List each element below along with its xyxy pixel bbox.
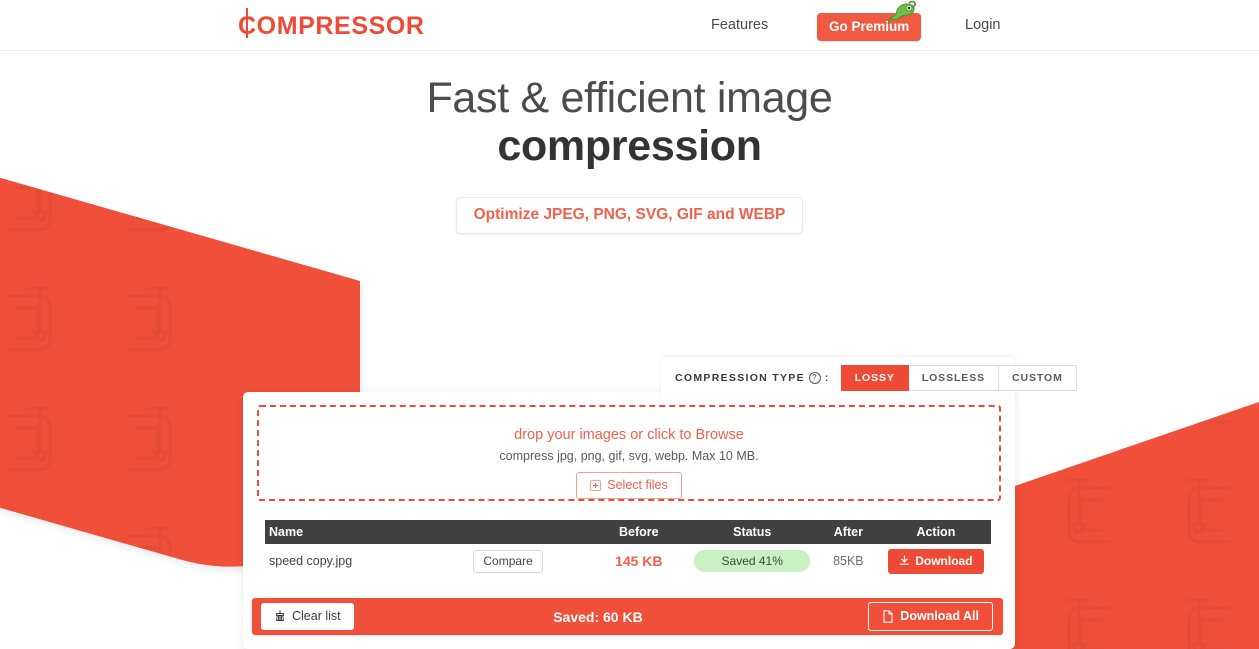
- before-size-value: 145 KB: [615, 553, 663, 569]
- logo-rest: OMPRESSOR: [256, 12, 425, 40]
- download-label: Download: [915, 553, 973, 568]
- file-table-header-row: Name Before Status After Action: [265, 520, 991, 544]
- compression-type-colon: :: [824, 372, 830, 384]
- cell-action: Download: [881, 544, 991, 578]
- compression-option-lossless[interactable]: LOSSLESS: [908, 365, 1000, 391]
- select-files-button[interactable]: Select files: [576, 472, 682, 499]
- compression-type-bar: COMPRESSION TYPE ? : LOSSY LOSSLESS CUST…: [661, 357, 1077, 399]
- nav-link-login[interactable]: Login: [965, 17, 1000, 33]
- file-list-table: Name Before Status After Action speed co…: [265, 520, 991, 578]
- hero-headline-line1: Fast & efficient image: [426, 74, 833, 122]
- cell-compare: Compare: [427, 544, 589, 578]
- table-row: speed copy.jpg Compare 145 KB Saved 41% …: [265, 544, 991, 578]
- status-badge: Saved 41%: [694, 550, 811, 572]
- download-button[interactable]: Download: [888, 548, 984, 574]
- select-files-label: Select files: [607, 478, 668, 492]
- column-header-after: After: [815, 520, 881, 544]
- site-header: COMPRESSOR Features Go Premium Login: [0, 0, 1259, 51]
- dropzone-title: drop your images or click to Browse: [514, 427, 744, 443]
- cell-status: Saved 41%: [688, 544, 815, 578]
- page-root: COMPRESSOR Features Go Premium Login Fas…: [0, 0, 1259, 649]
- file-icon: [883, 609, 893, 623]
- compression-type-text: COMPRESSION TYPE: [675, 372, 805, 384]
- column-header-before: Before: [589, 520, 689, 544]
- dropzone[interactable]: drop your images or click to Browse comp…: [257, 405, 1001, 501]
- hero-formats-badge: Optimize JPEG, PNG, SVG, GIF and WEBP: [455, 197, 804, 235]
- file-action-bar: Clear list Saved: 60 KB Download All: [252, 598, 1003, 635]
- compare-button[interactable]: Compare: [473, 549, 543, 573]
- site-logo[interactable]: COMPRESSOR: [238, 8, 425, 41]
- cell-before: 145 KB: [589, 544, 688, 578]
- compression-option-lossy[interactable]: LOSSY: [840, 365, 909, 391]
- hero-headline-line2: compression: [497, 122, 762, 171]
- compression-type-options: LOSSY LOSSLESS CUSTOM: [840, 365, 1077, 391]
- broom-icon: [276, 610, 284, 621]
- download-icon: [899, 555, 910, 565]
- after-size-value: 85KB: [833, 554, 864, 568]
- column-header-status: Status: [688, 520, 816, 544]
- compression-type-label: COMPRESSION TYPE ? :: [675, 372, 830, 384]
- download-all-button[interactable]: Download All: [868, 602, 993, 631]
- saved-total-text: Saved: 60 KB: [553, 608, 643, 625]
- help-icon[interactable]: ?: [808, 372, 821, 384]
- plus-square-icon: [590, 479, 602, 491]
- dropzone-subtitle: compress jpg, png, gif, svg, webp. Max 1…: [499, 449, 759, 463]
- column-header-action: Action: [880, 520, 991, 544]
- compression-option-custom[interactable]: CUSTOM: [999, 365, 1077, 391]
- column-header-name: Name: [265, 520, 590, 544]
- cell-filename: speed copy.jpg: [269, 554, 353, 568]
- cell-after: 85KB: [816, 544, 881, 578]
- hero-section: Fast & efficient image compression Optim…: [0, 51, 1259, 235]
- go-premium-button[interactable]: Go Premium: [817, 13, 922, 41]
- file-table-body: speed copy.jpg Compare 145 KB Saved 41% …: [265, 544, 991, 578]
- logo-letter-c: C: [238, 8, 257, 40]
- file-table-head: Name Before Status After Action: [265, 520, 991, 544]
- nav-link-features[interactable]: Features: [711, 17, 768, 33]
- download-all-label: Download All: [900, 609, 979, 623]
